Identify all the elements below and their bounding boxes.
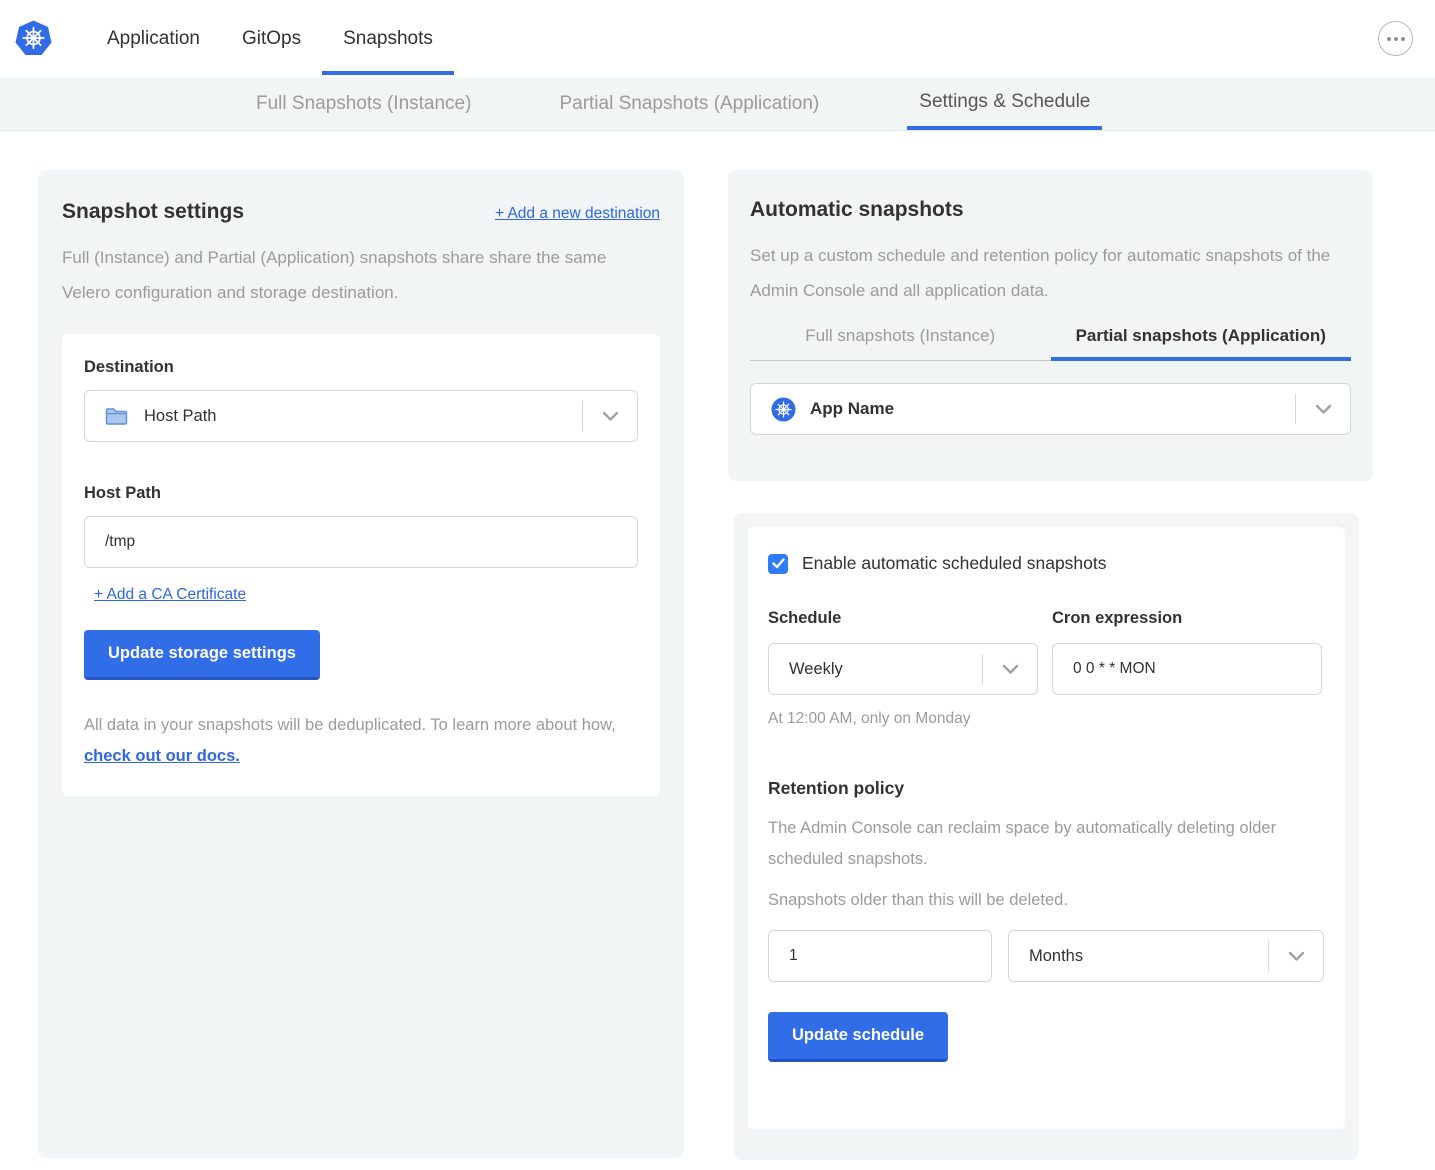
retention-unit-value: Months — [1029, 947, 1083, 966]
schedule-interval-select[interactable]: Weekly — [768, 643, 1038, 695]
enable-snapshots-label: Enable automatic scheduled snapshots — [802, 553, 1107, 574]
ellipsis-icon — [1394, 37, 1398, 41]
app-select[interactable]: App Name — [750, 383, 1351, 435]
tab-full-snapshots[interactable]: Full snapshots (Instance) — [750, 326, 1051, 361]
destination-select[interactable]: Host Path — [84, 390, 638, 442]
storage-destination-form: Destination Host Path Host Path + Ad — [62, 334, 660, 796]
retention-policy-title: Retention policy — [768, 778, 1325, 799]
docs-link[interactable]: check out our docs. — [84, 747, 240, 765]
snapshots-subnav: Full Snapshots (Instance) Partial Snapsh… — [0, 77, 1435, 131]
snapshot-settings-description: Full (Instance) and Partial (Application… — [62, 240, 640, 310]
kubernetes-logo-icon[interactable] — [15, 20, 52, 57]
ellipsis-icon — [1387, 37, 1391, 41]
tab-partial-snapshots[interactable]: Partial snapshots (Application) — [1051, 326, 1352, 361]
ellipsis-icon — [1401, 37, 1405, 41]
dedup-note-text: All data in your snapshots will be dedup… — [84, 716, 616, 734]
snapshot-settings-card: Snapshot settings + Add a new destinatio… — [38, 170, 684, 1158]
tab-settings-schedule[interactable]: Settings & Schedule — [907, 77, 1102, 130]
app-icon — [771, 397, 796, 422]
update-storage-settings-button[interactable]: Update storage settings — [84, 630, 320, 680]
cron-expression-input[interactable] — [1052, 643, 1322, 695]
automatic-snapshots-title: Automatic snapshots — [750, 198, 1351, 222]
chevron-down-icon — [983, 664, 1037, 675]
retention-policy-description: The Admin Console can reclaim space by a… — [768, 813, 1313, 875]
right-column: Automatic snapshots Set up a custom sche… — [728, 170, 1373, 1160]
snapshot-type-tabs: Full snapshots (Instance) Partial snapsh… — [750, 326, 1351, 361]
host-path-input[interactable] — [84, 516, 638, 568]
nav-item-snapshots[interactable]: Snapshots — [343, 0, 433, 77]
tab-full-snapshots-instance[interactable]: Full Snapshots (Instance) — [256, 77, 471, 130]
schedule-label: Schedule — [768, 609, 1038, 628]
nav-item-application[interactable]: Application — [107, 0, 200, 77]
retention-hint: Snapshots older than this will be delete… — [768, 891, 1325, 910]
add-new-destination-link[interactable]: + Add a new destination — [495, 205, 660, 223]
overflow-menu-button[interactable] — [1378, 21, 1413, 56]
chevron-down-icon — [1296, 404, 1350, 415]
schedule-interval-value: Weekly — [789, 660, 843, 679]
top-nav: Application GitOps Snapshots — [0, 0, 1435, 77]
folder-icon — [105, 406, 128, 426]
nav-item-gitops[interactable]: GitOps — [242, 0, 301, 77]
schedule-form: Enable automatic scheduled snapshots Sch… — [748, 527, 1345, 1129]
retention-value-input[interactable] — [768, 930, 992, 982]
host-path-label: Host Path — [84, 484, 638, 503]
cron-expression-label: Cron expression — [1052, 609, 1322, 628]
add-ca-certificate-link[interactable]: + Add a CA Certificate — [94, 586, 246, 604]
destination-label: Destination — [84, 358, 638, 377]
automatic-snapshots-description: Set up a custom schedule and retention p… — [750, 238, 1335, 308]
destination-selected-value: Host Path — [144, 407, 216, 426]
chevron-down-icon — [583, 411, 637, 422]
cron-readable-text: At 12:00 AM, only on Monday — [768, 710, 1038, 728]
chevron-down-icon — [1269, 951, 1323, 962]
dedup-note: All data in your snapshots will be dedup… — [84, 710, 638, 772]
main-content: Snapshot settings + Add a new destinatio… — [0, 131, 1435, 1160]
snapshot-settings-title: Snapshot settings — [62, 200, 244, 224]
enable-snapshots-checkbox[interactable] — [768, 554, 788, 574]
automatic-snapshots-card: Automatic snapshots Set up a custom sche… — [728, 170, 1373, 481]
retention-unit-select[interactable]: Months — [1008, 930, 1324, 982]
update-schedule-button[interactable]: Update schedule — [768, 1012, 948, 1062]
app-select-value: App Name — [810, 399, 894, 419]
tab-partial-snapshots-application[interactable]: Partial Snapshots (Application) — [559, 77, 819, 130]
schedule-settings-card: Enable automatic scheduled snapshots Sch… — [734, 513, 1359, 1160]
